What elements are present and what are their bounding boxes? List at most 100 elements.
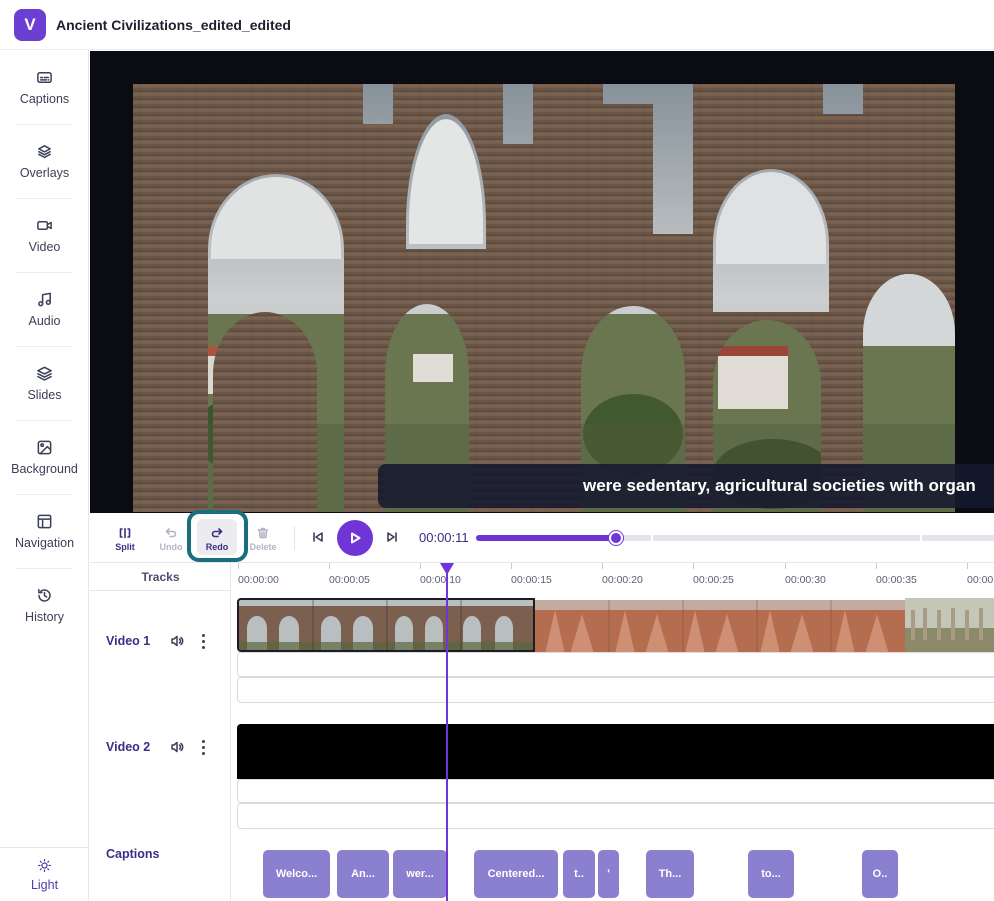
ruler-tick	[420, 563, 421, 569]
sidebar-item-navigation[interactable]: Navigation	[0, 494, 89, 568]
sidebar-item-label: History	[25, 609, 64, 624]
sun-icon	[38, 858, 51, 872]
sidebar-item-label: Captions	[19, 91, 70, 106]
image-icon	[37, 440, 52, 454]
clip-thumbnails-aqueduct	[239, 600, 533, 650]
caption-chip[interactable]: Welco...	[263, 850, 330, 898]
track-name-captions: Captions	[106, 847, 160, 861]
split-label: Split	[115, 541, 135, 552]
video-1-effects-row	[237, 677, 994, 703]
ruler-tick-label: 00:00:40	[967, 574, 994, 586]
track-name-video-2: Video 2	[106, 740, 151, 754]
caption-chip[interactable]: t..	[563, 850, 595, 898]
sidebar-item-label: Slides	[27, 387, 62, 402]
ruler-tick	[785, 563, 786, 569]
caption-chip[interactable]: An...	[337, 850, 389, 898]
sidebar: Captions Overlays Video Audio Slides Bac…	[0, 50, 89, 901]
video-1-lane	[237, 598, 994, 652]
undo-label: Undo	[159, 541, 183, 552]
play-icon	[351, 532, 361, 544]
theme-toggle[interactable]: Light	[0, 847, 89, 901]
layout-icon	[37, 514, 52, 528]
stack-icon	[37, 366, 52, 381]
app-logo[interactable]: V	[14, 8, 46, 41]
aqueduct-ruins-image	[133, 84, 955, 512]
caption-chip[interactable]: '	[598, 850, 619, 898]
ruler-tick	[967, 563, 968, 569]
time-ruler[interactable]: 00:00:00 00:00:05 00:00:10 00:00:15 00:0…	[232, 563, 994, 591]
track-menu-kebab-icon[interactable]	[202, 740, 206, 758]
video-clip-aqueduct[interactable]	[237, 598, 535, 652]
sidebar-item-video[interactable]: Video	[0, 198, 89, 272]
ruler-tick	[329, 563, 330, 569]
music-note-icon	[38, 292, 51, 306]
video-2-effects-row	[237, 803, 994, 829]
current-time: 00:00:11	[419, 530, 469, 545]
trash-icon	[257, 527, 269, 538]
video-preview[interactable]: were sedentary, agricultural societies w…	[90, 51, 994, 513]
sidebar-item-label: Overlays	[19, 165, 70, 180]
progress-segment-divider	[920, 535, 922, 541]
progress-fill	[476, 535, 616, 541]
playhead-line[interactable]	[446, 563, 448, 901]
ruler-tick-label: 00:00:30	[785, 574, 826, 586]
ruler-tick	[511, 563, 512, 569]
sidebar-item-label: Video	[28, 239, 61, 254]
project-title[interactable]: Ancient Civilizations_edited_edited	[56, 17, 291, 33]
redo-icon	[211, 527, 223, 537]
sidebar-item-background[interactable]: Background	[0, 420, 89, 494]
sidebar-item-slides[interactable]: Slides	[0, 346, 89, 420]
clip-thumbnails-columns	[905, 598, 994, 652]
skip-back-icon	[313, 532, 323, 542]
skip-forward-button[interactable]	[384, 529, 400, 545]
clip-thumbnails-red-ruins	[535, 600, 905, 652]
video-2-clip[interactable]	[237, 724, 994, 779]
toolbar-divider	[294, 526, 295, 550]
video-clip-ruins-red[interactable]	[535, 598, 905, 652]
skip-back-button[interactable]	[310, 529, 326, 545]
layers-icon	[38, 144, 51, 158]
sidebar-item-label: Audio	[28, 313, 61, 328]
ruler-tick-label: 00:00:20	[602, 574, 643, 586]
ruler-tick-label: 00:00:00	[238, 574, 279, 586]
playback-progress-bar[interactable]	[476, 531, 994, 545]
caption-overlay: were sedentary, agricultural societies w…	[378, 464, 994, 508]
progress-scrubber-handle[interactable]	[609, 531, 623, 545]
speaker-icon	[171, 635, 184, 647]
editor-app: V Ancient Civilizations_edited_edited Ca…	[0, 0, 994, 901]
ruler-tick	[693, 563, 694, 569]
track-menu-kebab-icon[interactable]	[202, 634, 206, 652]
ruler-tick	[238, 563, 239, 569]
play-button[interactable]	[337, 520, 373, 556]
split-button[interactable]: Split	[105, 520, 145, 558]
caption-chip[interactable]: Centered...	[474, 850, 558, 898]
ruler-tick-label: 00:00:15	[511, 574, 552, 586]
captions-icon	[37, 71, 52, 83]
history-icon	[38, 588, 51, 602]
caption-chip[interactable]: Th...	[646, 850, 694, 898]
sidebar-item-audio[interactable]: Audio	[0, 272, 89, 346]
video-1-audio-row	[237, 652, 994, 677]
track-volume-button[interactable]	[170, 740, 184, 754]
video-camera-icon	[37, 220, 52, 230]
sidebar-item-history[interactable]: History	[0, 568, 89, 642]
sidebar-item-captions[interactable]: Captions	[0, 50, 89, 124]
track-volume-button[interactable]	[170, 634, 184, 648]
ruler-tick	[876, 563, 877, 569]
ruler-tick-label: 00:00:05	[329, 574, 370, 586]
video-clip-columns[interactable]	[905, 598, 994, 652]
ruler-tick-label: 00:00:10	[420, 574, 461, 586]
redo-button[interactable]: Redo	[197, 520, 237, 558]
delete-label: Delete	[249, 541, 277, 552]
sidebar-item-label: Navigation	[14, 535, 75, 550]
caption-chip[interactable]: wer...	[393, 850, 447, 898]
caption-chip[interactable]: O..	[862, 850, 898, 898]
split-icon	[119, 527, 131, 538]
undo-button[interactable]: Undo	[151, 520, 191, 558]
tracks-header: Tracks	[90, 563, 231, 591]
sidebar-item-overlays[interactable]: Overlays	[0, 124, 89, 198]
delete-button[interactable]: Delete	[243, 520, 283, 558]
top-bar: V Ancient Civilizations_edited_edited	[0, 0, 994, 50]
caption-chip[interactable]: to...	[748, 850, 794, 898]
speaker-icon	[171, 741, 184, 753]
